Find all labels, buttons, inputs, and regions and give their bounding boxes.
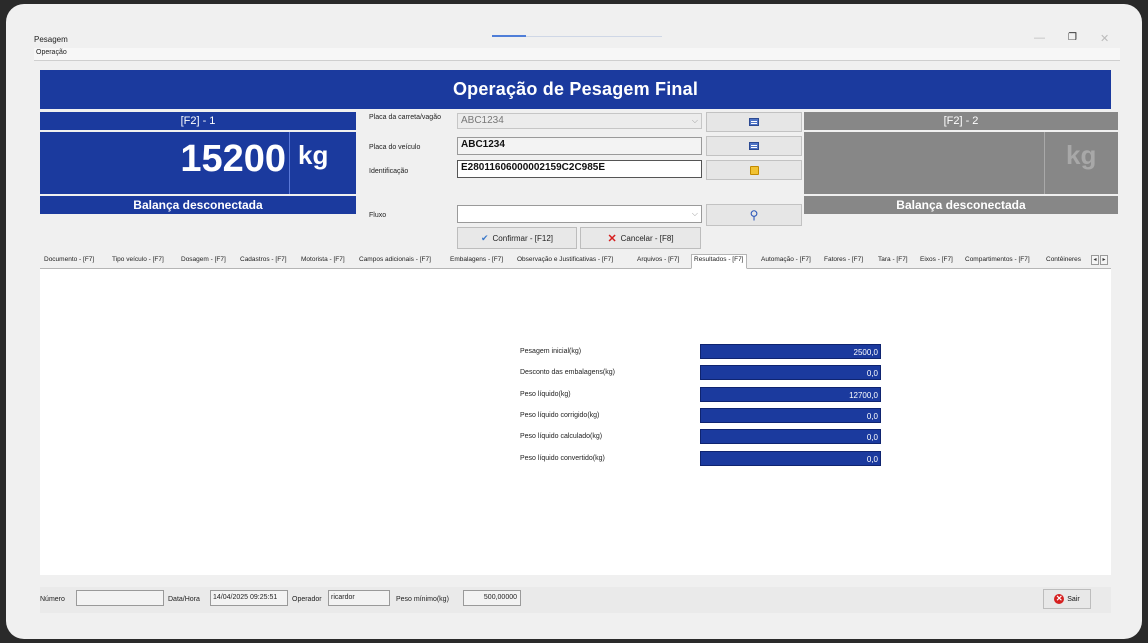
scale1-weight: 15200 [180,138,286,180]
datetime-label: Data/Hora [168,596,200,603]
confirm-button[interactable]: ✔ Confirmar - [F12] [457,227,577,249]
result-label-desconto-embalagens: Desconto das embalagens(kg) [520,369,615,376]
exit-button[interactable]: ✕ Sair [1043,589,1091,609]
trailer-plate-select[interactable]: ABC1234 ⌵ [457,113,702,129]
result-value-pesagem-inicial: 2500,0 [700,344,881,359]
scale2-divider [1044,132,1045,194]
vehicle-plate-field[interactable]: ABC1234 [457,137,702,155]
scale1-divider [289,132,290,194]
tab-tara[interactable]: Tara - [F7] [878,256,908,263]
result-label-peso-liquido-convertido: Peso líquido convertido(kg) [520,455,605,462]
scale1-display: 15200 kg [40,132,356,194]
scale2-display: kg [804,132,1118,194]
tab-campos-adicionais[interactable]: Campos adicionais - [F7] [359,256,431,263]
cancel-x-icon: ✕ [607,232,617,245]
menu-bar: Operação [34,48,1120,61]
result-label-peso-liquido-corrigido: Peso líquido corrigido(kg) [520,412,600,419]
register-card-icon [749,118,759,126]
window-title: Pesagem [34,35,68,44]
result-value-peso-liquido-calculado: 0,0 [700,429,881,444]
datetime-field[interactable]: 14/04/2025 09:25:51 [210,590,288,606]
flow-select[interactable]: ⌵ [457,205,702,223]
tab-compartimentos[interactable]: Compartimentos - [F7] [965,256,1030,263]
scale1-unit: kg [298,140,329,170]
minimize-button[interactable]: — [1034,32,1045,44]
min-weight-field[interactable]: 500,00000 [463,590,521,606]
trailer-plate-lookup-button[interactable] [706,112,802,132]
title-indicator [492,35,526,37]
exit-icon: ✕ [1054,594,1065,604]
confirm-label: Confirmar - [F12] [492,233,553,243]
number-field[interactable] [76,590,164,606]
scale2-label[interactable]: [F2] - 2 [804,112,1118,130]
min-weight-label: Peso mínimo(kg) [396,596,449,603]
cancel-label: Cancelar - [F8] [620,233,674,243]
operator-label: Operador [292,596,322,603]
operator-field[interactable]: ricardor [328,590,390,606]
tab-automacao[interactable]: Automação - [F7] [761,256,811,263]
tab-arquivos[interactable]: Arquivos - [F7] [637,256,679,263]
result-value-peso-liquido-convertido: 0,0 [700,451,881,466]
tab-resultados[interactable]: Resultados - [F7] [691,254,747,269]
title-bar: Pesagem — ❐ ✕ [34,32,1120,47]
identification-badge-button[interactable] [706,160,802,180]
identification-field[interactable]: E28011606000002159C2C985E [457,160,702,178]
results-panel: Pesagem inicial(kg) 2500,0 Desconto das … [40,269,1111,575]
result-value-peso-liquido-corrigido: 0,0 [700,408,881,423]
cancel-button[interactable]: ✕ Cancelar - [F8] [580,227,701,249]
tab-dosagem[interactable]: Dosagem - [F7] [181,256,226,263]
search-icon: ⚲ [749,208,759,222]
tab-cadastros[interactable]: Cadastros - [F7] [240,256,287,263]
identification-label: Identificação [369,168,409,175]
vehicle-plate-label: Placa do veículo [369,144,421,151]
tab-scroll-right-icon[interactable]: ▸ [1100,255,1108,265]
result-label-pesagem-inicial: Pesagem inicial(kg) [520,348,582,355]
screen-frame: Pesagem — ❐ ✕ Operação Operação de Pesag… [6,4,1142,639]
result-value-peso-liquido: 12700,0 [700,387,881,402]
scale2-status: Balança desconectada [804,196,1118,214]
vehicle-plate-lookup-button[interactable] [706,136,802,156]
tab-fatores[interactable]: Fatores - [F7] [824,256,863,263]
register-card-icon [749,142,759,150]
number-label: Número [40,596,65,603]
result-label-peso-liquido: Peso líquido(kg) [520,391,571,398]
flow-search-button[interactable]: ⚲ [706,204,802,226]
trailer-plate-label: Placa da carreta/vagão [369,114,441,121]
tab-tipo-veiculo[interactable]: Tipo veículo - [F7] [112,256,164,263]
exit-label: Sair [1067,595,1080,603]
scale1-status: Balança desconectada [40,196,356,214]
status-bar: Número Data/Hora 14/04/2025 09:25:51 Ope… [40,587,1111,613]
page-title: Operação de Pesagem Final [40,70,1111,109]
tab-embalagens[interactable]: Embalagens - [F7] [450,256,503,263]
menu-operacao[interactable]: Operação [36,49,67,56]
tab-scroll-left-icon[interactable]: ◂ [1091,255,1099,265]
tab-conteineres[interactable]: Contêineres [1046,256,1081,263]
scale2-unit: kg [1066,140,1097,170]
chevron-down-icon: ⌵ [691,116,698,125]
flow-label: Fluxo [369,212,387,219]
app-window: Pesagem — ❐ ✕ Operação Operação de Pesag… [34,32,1120,619]
maximize-button[interactable]: ❐ [1068,32,1077,43]
tab-observacao[interactable]: Observação e Justificativas - [F7] [517,256,613,263]
result-value-desconto-embalagens: 0,0 [700,365,881,380]
tab-strip: Documento - [F7] Tipo veículo - [F7] Dos… [40,254,1111,269]
tab-eixos[interactable]: Eixos - [F7] [920,256,953,263]
check-icon: ✔ [480,232,489,243]
close-button[interactable]: ✕ [1100,32,1109,45]
tab-motorista[interactable]: Motorista - [F7] [301,256,345,263]
chevron-down-icon: ⌵ [691,209,698,218]
result-label-peso-liquido-calculado: Peso líquido calculado(kg) [520,433,603,440]
tab-documento[interactable]: Documento - [F7] [44,256,94,263]
scale1-label[interactable]: [F2] - 1 [40,112,356,130]
badge-icon [749,165,759,175]
trailer-plate-value: ABC1234 [461,115,504,126]
